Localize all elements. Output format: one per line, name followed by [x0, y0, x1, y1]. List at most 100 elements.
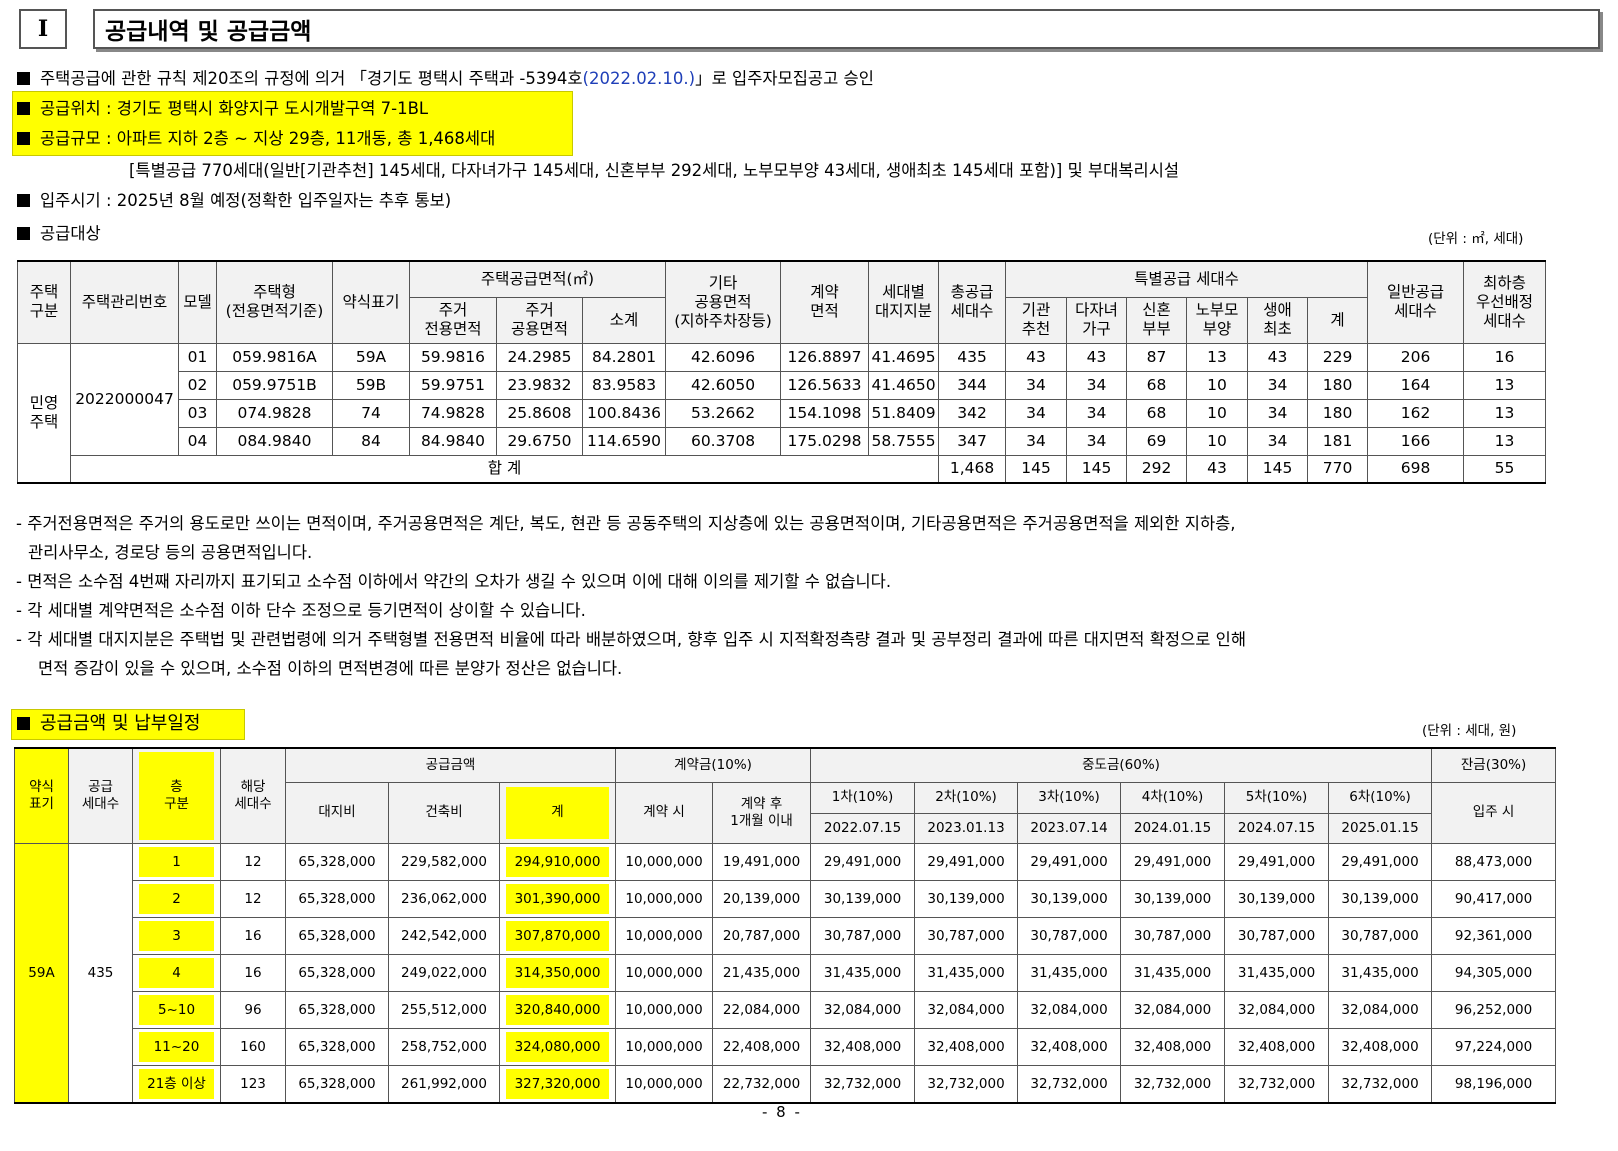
header-area-group: 주택공급면적(㎡) [408, 260, 667, 298]
header-m3-date: 2023.07.14 [1017, 813, 1122, 844]
table-cell: 34 [1005, 426, 1068, 456]
supply-units-cell: 435 [68, 843, 133, 1104]
table-cell: 059.9751B [216, 370, 333, 400]
table-cell: 12 [220, 880, 286, 918]
table-cell: 24.2985 [496, 342, 583, 372]
header-text: 계 [551, 804, 564, 821]
header-text: 기관 추천 [1021, 301, 1051, 338]
header-on-contract: 계약 시 [615, 781, 714, 844]
table-cell: 30,139,000 [914, 880, 1019, 918]
header-m2-date: 2023.01.13 [914, 813, 1019, 844]
header-move-in: 입주 시 [1431, 781, 1557, 844]
table-cell: 2 [132, 880, 221, 918]
table-cell: 30,787,000 [1224, 917, 1330, 955]
table-cell: 34 [1247, 398, 1309, 428]
table-cell: 30,787,000 [1120, 917, 1226, 955]
table-cell: 59.9816 [409, 342, 497, 372]
target-label: 공급대상 [40, 224, 101, 243]
header-model: 모델 [178, 260, 217, 344]
table-cell: 13 [1463, 426, 1547, 456]
header-house-type: 주택형 (전용면적기준) [216, 260, 333, 344]
table-cell: 41.4695 [868, 342, 940, 372]
bullet-icon [17, 227, 30, 240]
table-cell: 1 [132, 843, 221, 881]
header-total: 계 [498, 781, 617, 844]
header-price-group: 공급금액 [284, 747, 617, 783]
table-cell: 53.2662 [665, 398, 782, 428]
table-cell: 32,084,000 [914, 991, 1019, 1029]
table-cell: 10,000,000 [615, 843, 714, 881]
table-row: 03 074.9828 74 74.9828 25.8608 100.8436 53.266… [18, 398, 1547, 428]
table-cell: 59.9751 [409, 370, 497, 400]
table-cell: 10,000,000 [615, 1028, 714, 1066]
header-m4-date: 2024.01.15 [1120, 813, 1226, 844]
table-cell: 42.6050 [665, 370, 782, 400]
table-row: 21층 이상 123 65,328,000 261,992,000 327,320,00… [15, 1065, 1557, 1104]
table-cell: 29,491,000 [1120, 843, 1226, 881]
table-cell: 154.1098 [780, 398, 870, 428]
header-building: 건축비 [388, 781, 500, 844]
table-cell: 059.9816A [216, 342, 333, 372]
table-cell: 32,732,000 [1120, 1065, 1226, 1104]
category-cell: 민영 주택 [17, 342, 71, 484]
header-after-month: 계약 후 1개월 이내 [712, 781, 812, 844]
table-cell: 30,787,000 [1017, 917, 1122, 955]
table-cell: 229,582,000 [388, 843, 500, 881]
table-cell: 10 [1186, 370, 1249, 400]
section-header: I 공급내역 및 공급금액 [19, 9, 1600, 51]
header-text: 총공급 세대수 [950, 283, 994, 321]
scale-detail: [특별공급 770세대(일반[기관추천] 145세대, 다자녀가구 145세대,… [129, 161, 1180, 180]
unit-label-price: (단위 : 세대, 원) [1422, 723, 1517, 739]
table-cell: 29,491,000 [1328, 843, 1433, 881]
table-cell: 160 [220, 1028, 286, 1066]
total-cell: 145 [1066, 454, 1128, 484]
table-cell: 65,328,000 [285, 880, 389, 918]
total-cell: 43 [1186, 454, 1249, 484]
header-units: 해당 세대수 [220, 747, 286, 844]
table-cell: 347 [938, 426, 1007, 456]
section-title: 공급내역 및 공급금액 [93, 9, 1600, 49]
header-m1: 1차(10%) [810, 781, 916, 814]
table-cell: 255,512,000 [388, 991, 500, 1029]
header-balance-group: 잔금(30%) [1431, 747, 1557, 783]
table-cell: 30,139,000 [810, 880, 916, 918]
table-cell: 074.9828 [216, 398, 333, 428]
table-cell: 04 [178, 426, 217, 456]
table-cell: 342 [938, 398, 1007, 428]
note-line: 면적 증감이 있을 수 있으며, 소수점 이하의 면적변경에 따른 분양가 정산… [38, 659, 623, 678]
total-value: 307,870,000 [506, 921, 610, 951]
table-cell: 126.5633 [780, 370, 870, 400]
header-text: 약식 표기 [29, 779, 54, 812]
header-deposit-group: 계약금(10%) [615, 747, 812, 783]
floor-value: 21층 이상 [139, 1069, 214, 1099]
header-m4: 4차(10%) [1120, 781, 1226, 814]
table-cell: 301,390,000 [498, 880, 617, 918]
header-subtotal: 소계 [581, 296, 667, 344]
table-cell: 30,139,000 [1328, 880, 1433, 918]
table-cell: 65,328,000 [285, 917, 389, 955]
table-cell: 20,139,000 [712, 880, 812, 918]
table-cell: 32,732,000 [914, 1065, 1019, 1104]
table-cell: 10 [1186, 426, 1249, 456]
table-cell: 25.8608 [496, 398, 583, 428]
header-m1-date: 2022.07.15 [810, 813, 916, 844]
table-row: 3 16 65,328,000 242,542,000 307,870,000 10,00… [15, 917, 1557, 955]
table-cell: 34 [1066, 426, 1128, 456]
header-text: 계약 후 1개월 이내 [730, 795, 793, 829]
table-cell: 324,080,000 [498, 1028, 617, 1066]
table-cell: 43 [1247, 342, 1309, 372]
supply-table: 주택 구분 주택관리번호 모델 주택형 (전용면적기준) 약식표기 주택공급면적… [17, 260, 1547, 484]
header-text: 최하층 우선배정 세대수 [1475, 273, 1534, 330]
header-text: 주거 공용면적 [510, 301, 569, 338]
table-cell: 10,000,000 [615, 1065, 714, 1104]
header-text: 해당 세대수 [234, 779, 272, 812]
table-cell: 320,840,000 [498, 991, 617, 1029]
floor-value: 4 [139, 958, 214, 988]
total-value: 324,080,000 [506, 1032, 610, 1062]
table-cell: 32,408,000 [1120, 1028, 1226, 1066]
table-cell: 83.9583 [581, 370, 667, 400]
table-cell: 68 [1126, 398, 1188, 428]
header-m5: 5차(10%) [1224, 781, 1330, 814]
table-cell: 30,787,000 [810, 917, 916, 955]
mgmt-number-cell: 2022000047 [70, 342, 179, 456]
